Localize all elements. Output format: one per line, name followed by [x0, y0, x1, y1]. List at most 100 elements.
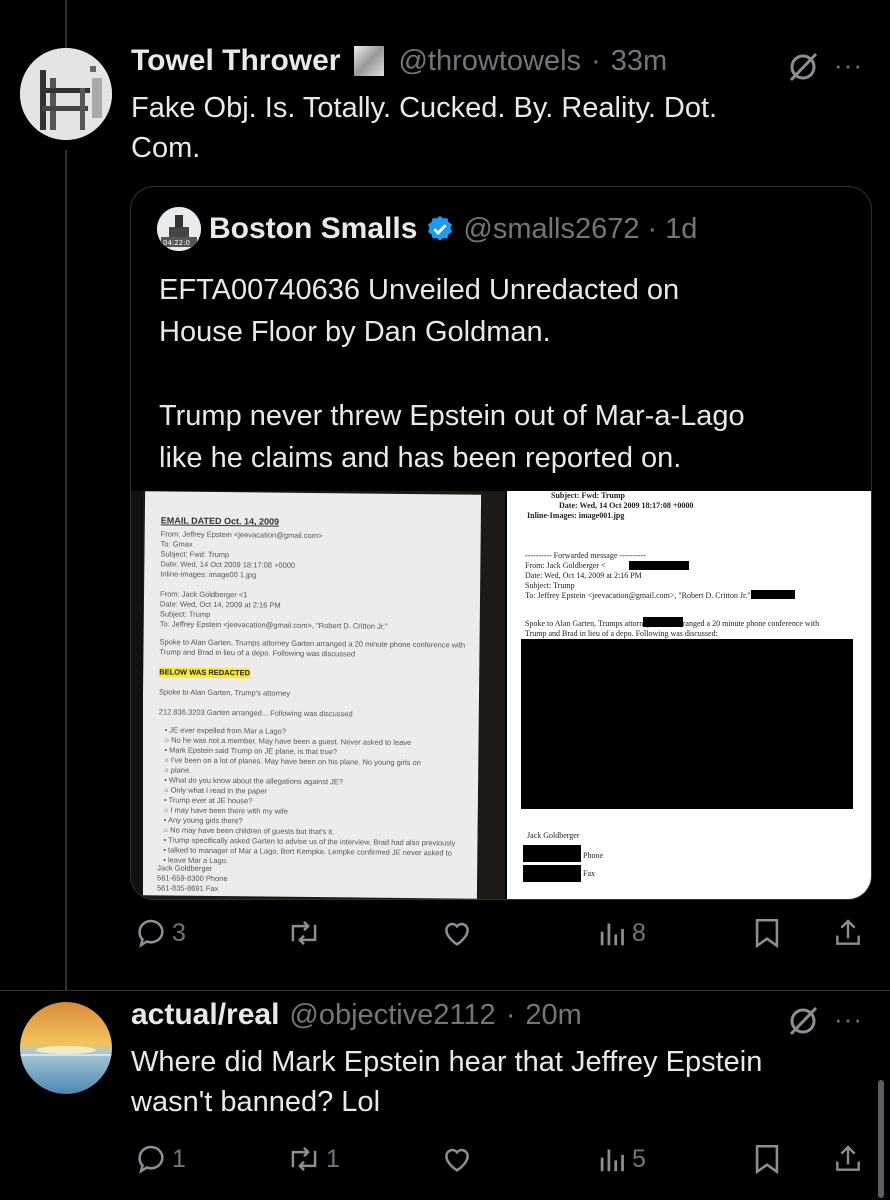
reply-icon: [138, 1145, 164, 1174]
quoted-post[interactable]: 04:22:0 Boston Smalls @smalls2672 · 1d E…: [130, 186, 872, 900]
redacted-block: [521, 639, 853, 809]
bookmark-button[interactable]: [752, 916, 782, 950]
photo-dark-edge: [131, 491, 143, 899]
doc-bullets: • JE ever expelled from Mar a Lago? ○ No…: [145, 491, 481, 865]
quoted-post-header: 04:22:0 Boston Smalls @smalls2672 · 1d: [157, 207, 697, 251]
scan-line: Date: Wed, 14 Oct 2009 18:17:08 +0000: [559, 501, 694, 510]
scan-line: Date: Wed, Oct 14, 2009 at 2:16 PM: [525, 571, 642, 580]
bookmark-button[interactable]: [752, 1142, 782, 1176]
post-text: Where did Mark Epstein hear that Jeffrey…: [131, 1042, 762, 1122]
views-button[interactable]: 8: [598, 916, 646, 950]
post-header: Towel Thrower @throwtowels · 33m: [131, 44, 667, 78]
views-count: 8: [632, 918, 646, 947]
photo-printed-email[interactable]: EMAIL DATED Oct. 14, 2009 From: Jeffrey …: [131, 491, 505, 899]
share-button[interactable]: [832, 1142, 864, 1176]
doc-sig-fax: 561-835-8691 Fax: [156, 883, 219, 894]
post-text: Fake Obj. Is. Totally. Cucked. By. Reali…: [131, 88, 717, 168]
quoted-text: EFTA00740636 Unveiled Unredacted on Hous…: [159, 269, 745, 479]
grok-icon[interactable]: [786, 50, 820, 84]
redaction-bar: [523, 845, 581, 862]
reply-button[interactable]: 1: [134, 1142, 186, 1176]
svg-text:04:22:0: 04:22:0: [163, 239, 190, 247]
reply-icon: [138, 919, 164, 948]
redaction-bar: [629, 561, 689, 570]
quoted-media[interactable]: EMAIL DATED Oct. 14, 2009 From: Jeffrey …: [131, 491, 871, 899]
quoted-handle[interactable]: @smalls2672: [463, 213, 639, 246]
custom-badge-icon: [354, 46, 385, 76]
repost-icon: [291, 921, 317, 945]
display-name[interactable]: actual/real: [131, 998, 279, 1032]
reply-count: 1: [172, 1144, 186, 1173]
like-icon: [445, 1148, 469, 1172]
scan-line: Trump and Brad in lieu of a depo. Follow…: [525, 629, 718, 638]
doc-line: To: Jeffrey Epstein <jeevacation@gmail.c…: [159, 619, 388, 631]
more-icon[interactable]: ···: [834, 50, 863, 81]
handle[interactable]: @throwtowels: [398, 45, 581, 78]
doc-sig-name: Jack Goldberger: [157, 863, 213, 873]
quoted-text-line: House Floor by Dan Goldman.: [159, 316, 551, 348]
quoted-timestamp[interactable]: 1d: [665, 213, 697, 246]
doc-line: Spoke to Alan Garten, Trump's attorney: [158, 687, 291, 698]
redaction-bar: [523, 865, 581, 882]
scan-line: Subject: Trump: [525, 581, 575, 590]
doc-title: EMAIL DATED Oct. 14, 2009: [160, 515, 280, 527]
redacted-header: BELOW WAS REDACTED: [159, 667, 251, 679]
quoted-text-line: like he claims and has been reported on.: [159, 442, 682, 474]
like-icon: [445, 922, 469, 946]
scan-line: Inline-Images: image001.jpg: [527, 511, 625, 520]
separator: ·: [505, 998, 516, 1031]
doc-line: Inline-images: image00 1.jpg: [160, 569, 257, 580]
timestamp[interactable]: 33m: [611, 45, 667, 78]
share-icon: [836, 919, 860, 945]
doc-line: Subject: Fwd: Trump: [160, 549, 230, 560]
doc-bullet-line: ○ plane.: [164, 765, 192, 775]
scanned-email[interactable]: Subject: Fwd: Trump Date: Wed, 14 Oct 20…: [507, 491, 871, 899]
post-text-line: Com.: [131, 132, 201, 164]
bookmark-icon: [755, 918, 779, 949]
scan-fax-label: Fax: [583, 869, 595, 878]
doc-line: To: Gmax: [160, 539, 193, 549]
avatar[interactable]: [20, 48, 112, 140]
redaction-bar: [751, 590, 795, 599]
views-icon: [600, 923, 624, 946]
timestamp[interactable]: 20m: [525, 999, 581, 1032]
like-button[interactable]: [440, 1142, 478, 1176]
redaction-bar: [643, 617, 683, 627]
quoted-avatar[interactable]: 04:22:0: [157, 207, 201, 251]
scan-sig-name: Jack Goldberger: [527, 831, 580, 840]
avatar[interactable]: [20, 1002, 112, 1094]
repost-button[interactable]: 1: [286, 1142, 340, 1176]
doc-line: Trump and Brad in lieu of a depo. Follow…: [159, 647, 356, 659]
scrollbar[interactable]: [878, 1080, 884, 1198]
thread-line-mid: [65, 150, 67, 990]
quoted-text-line: EFTA00740636 Unveiled Unredacted on: [159, 274, 680, 306]
separator: ·: [647, 212, 658, 245]
grok-icon[interactable]: [786, 1004, 820, 1038]
towel-rack-avatar-image: [20, 48, 112, 140]
share-icon: [836, 1145, 860, 1171]
scan-phone-label: Phone: [583, 851, 603, 860]
post-text-line: Fake Obj. Is. Totally. Cucked. By. Reali…: [131, 92, 718, 124]
quoted-display-name[interactable]: Boston Smalls: [209, 212, 417, 246]
thread-line-top: [65, 0, 67, 48]
scan-line: To: Jeffrey Epstein <jeevacation@gmail.c…: [525, 591, 758, 600]
display-name[interactable]: Towel Thrower: [131, 44, 340, 78]
bookmark-icon: [755, 1144, 779, 1175]
verified-badge-icon: [428, 215, 453, 241]
post-divider: [0, 990, 890, 991]
repost-count: 1: [326, 1144, 340, 1173]
views-button[interactable]: 5: [598, 1142, 646, 1176]
like-button[interactable]: [440, 916, 478, 950]
doc-line: 212.836.3203 Garten arranged... Followin…: [158, 707, 353, 719]
post-header: actual/real @objective2112 · 20m: [131, 998, 582, 1032]
repost-button[interactable]: [286, 916, 326, 950]
views-count: 5: [632, 1144, 646, 1173]
share-button[interactable]: [832, 916, 864, 950]
more-icon[interactable]: ···: [834, 1004, 863, 1035]
post-text-line: wasn't banned? Lol: [131, 1086, 381, 1118]
printed-page: EMAIL DATED Oct. 14, 2009 From: Jeffrey …: [140, 491, 482, 899]
reply-button[interactable]: 3: [134, 916, 186, 950]
post-text-line: Where did Mark Epstein hear that Jeffrey…: [131, 1046, 763, 1078]
handle[interactable]: @objective2112: [289, 999, 495, 1032]
reply-count: 3: [172, 918, 186, 947]
